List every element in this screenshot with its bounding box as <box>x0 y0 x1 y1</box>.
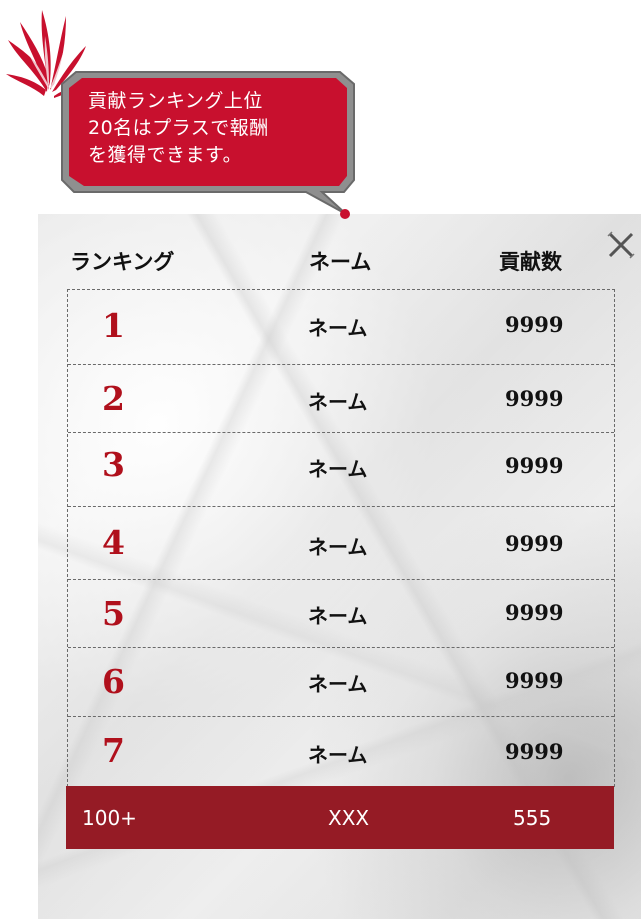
header-name: ネーム <box>309 249 372 274</box>
ranking-screen: 貢献ランキング上位 20名はプラスで報酬 を獲得できます。 ランキング ネーム … <box>0 0 641 919</box>
my-ranking-row: 100+ XXX 555 <box>66 786 614 849</box>
contribution-score: 9999 <box>505 312 564 337</box>
rank-number: 2 <box>102 379 125 418</box>
notice-text: 貢献ランキング上位 20名はプラスで報酬 を獲得できます。 <box>88 88 328 169</box>
contribution-score: 9999 <box>505 668 564 693</box>
rank-number: 4 <box>102 523 125 562</box>
player-name: ネーム <box>308 390 368 414</box>
player-name: ネーム <box>308 457 368 481</box>
contribution-score: 9999 <box>505 386 564 411</box>
player-name: ネーム <box>308 604 368 628</box>
ranking-list: 1 ネーム 9999 2 ネーム 9999 3 ネーム 9999 4 ネーム 9… <box>67 289 615 787</box>
player-name: ネーム <box>308 316 368 340</box>
contribution-score: 9999 <box>505 739 564 764</box>
notice-line-3: を獲得できます。 <box>88 144 243 166</box>
close-x-icon[interactable] <box>604 228 638 262</box>
contribution-score: 9999 <box>505 531 564 556</box>
notice-line-1: 貢献ランキング上位 <box>88 90 263 112</box>
player-name: ネーム <box>308 743 368 767</box>
rank-number: 1 <box>102 306 125 345</box>
ranking-row: 5 ネーム 9999 <box>68 580 614 648</box>
my-name: XXX <box>328 806 370 830</box>
player-name: ネーム <box>308 535 368 559</box>
rank-number: 6 <box>102 662 125 701</box>
rank-number: 7 <box>102 731 125 770</box>
my-rank: 100+ <box>82 806 137 830</box>
ranking-row: 2 ネーム 9999 <box>68 365 614 433</box>
ranking-row: 4 ネーム 9999 <box>68 507 614 580</box>
ranking-row: 1 ネーム 9999 <box>68 290 614 365</box>
player-name: ネーム <box>308 672 368 696</box>
rank-number: 3 <box>102 445 125 484</box>
ranking-row: 7 ネーム 9999 <box>68 717 614 787</box>
my-contribution-score: 555 <box>513 806 552 830</box>
ranking-row: 6 ネーム 9999 <box>68 648 614 717</box>
header-ranking: ランキング <box>70 249 175 274</box>
header-contribution: 貢献数 <box>499 249 562 274</box>
contribution-score: 9999 <box>505 453 564 478</box>
contribution-score: 9999 <box>505 600 564 625</box>
ranking-row: 3 ネーム 9999 <box>68 433 614 507</box>
notice-line-2: 20名はプラスで報酬 <box>88 117 269 139</box>
rank-number: 5 <box>102 594 125 633</box>
